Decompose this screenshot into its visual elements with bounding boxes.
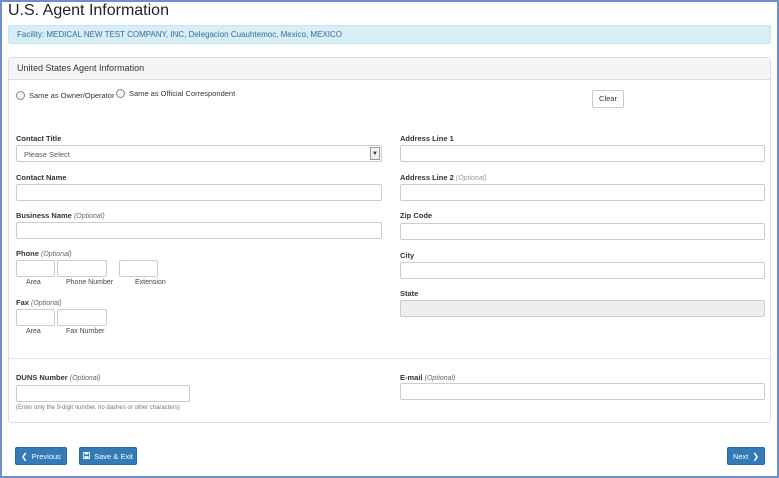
section-divider xyxy=(9,358,770,359)
save-exit-button[interactable]: Save & Exit xyxy=(79,447,137,465)
phone-extension-input[interactable] xyxy=(119,260,158,277)
save-exit-button-label: Save & Exit xyxy=(94,451,133,461)
next-button[interactable]: Next ❯ xyxy=(727,447,765,465)
fax-number-caption: Fax Number xyxy=(66,328,105,335)
phone-extension-caption: Extension xyxy=(135,279,166,286)
agent-info-panel: United States Agent Information Same as … xyxy=(8,57,771,423)
same-as-correspondent-option[interactable]: Same as Official Correspondent xyxy=(116,89,235,98)
clear-button[interactable]: Clear xyxy=(592,90,624,108)
duns-label: DUNS Number (Optional) xyxy=(16,373,101,382)
fax-area-input[interactable] xyxy=(16,309,55,326)
contact-name-label: Contact Name xyxy=(16,173,67,182)
city-input[interactable] xyxy=(400,262,765,279)
phone-label: Phone (Optional) xyxy=(16,249,72,258)
same-as-owner-label: Same as Owner/Operator xyxy=(29,91,115,100)
phone-area-input[interactable] xyxy=(16,260,55,277)
next-button-label: Next xyxy=(732,451,749,461)
contact-title-select[interactable]: Please Select ▼ xyxy=(16,145,382,162)
fax-number-input[interactable] xyxy=(57,309,107,326)
address-line-1-input[interactable] xyxy=(400,145,765,162)
city-label: City xyxy=(400,251,415,260)
address-line-2-input[interactable] xyxy=(400,184,765,201)
floppy-disk-icon xyxy=(83,451,91,461)
duns-help-text: (Enter only the 9-digit number, no dashe… xyxy=(16,405,180,411)
address-line-1-label: Address Line 1 xyxy=(400,134,454,143)
zip-code-label: Zip Code xyxy=(400,211,433,220)
address-line-2-label: Address Line 2 (Optional) xyxy=(400,173,487,182)
chevron-left-icon: ❮ xyxy=(21,451,28,461)
same-as-owner-radio[interactable] xyxy=(16,91,25,100)
contact-name-input[interactable] xyxy=(16,184,382,201)
fax-area-caption: Area xyxy=(26,328,41,335)
zip-code-input[interactable] xyxy=(400,223,765,240)
same-as-correspondent-radio[interactable] xyxy=(116,89,125,98)
duns-input[interactable] xyxy=(16,385,190,402)
chevron-right-icon: ❯ xyxy=(752,451,760,461)
business-name-input[interactable] xyxy=(16,222,382,239)
contact-title-value: Please Select xyxy=(24,150,70,159)
phone-number-caption: Phone Number xyxy=(66,279,114,286)
same-as-correspondent-label: Same as Official Correspondent xyxy=(129,89,236,98)
previous-button[interactable]: ❮ Previous xyxy=(15,447,67,465)
panel-heading: United States Agent Information xyxy=(9,58,770,80)
contact-title-label: Contact Title xyxy=(16,134,62,143)
page-title: U.S. Agent Information xyxy=(8,2,169,19)
email-input[interactable] xyxy=(400,383,765,400)
phone-number-input[interactable] xyxy=(57,260,107,277)
facility-info-bar: Facility: MEDICAL NEW TEST COMPANY, INC,… xyxy=(8,25,771,44)
previous-button-label: Previous xyxy=(31,451,61,461)
phone-area-caption: Area xyxy=(26,279,41,286)
business-name-label: Business Name (Optional) xyxy=(16,211,105,220)
email-label: E-mail (Optional) xyxy=(400,373,456,382)
state-input xyxy=(400,300,765,317)
fax-label: Fax (Optional) xyxy=(16,298,62,307)
caret-down-icon[interactable]: ▼ xyxy=(370,147,380,160)
state-label: State xyxy=(400,289,419,298)
same-as-owner-option[interactable]: Same as Owner/Operator xyxy=(16,91,114,100)
